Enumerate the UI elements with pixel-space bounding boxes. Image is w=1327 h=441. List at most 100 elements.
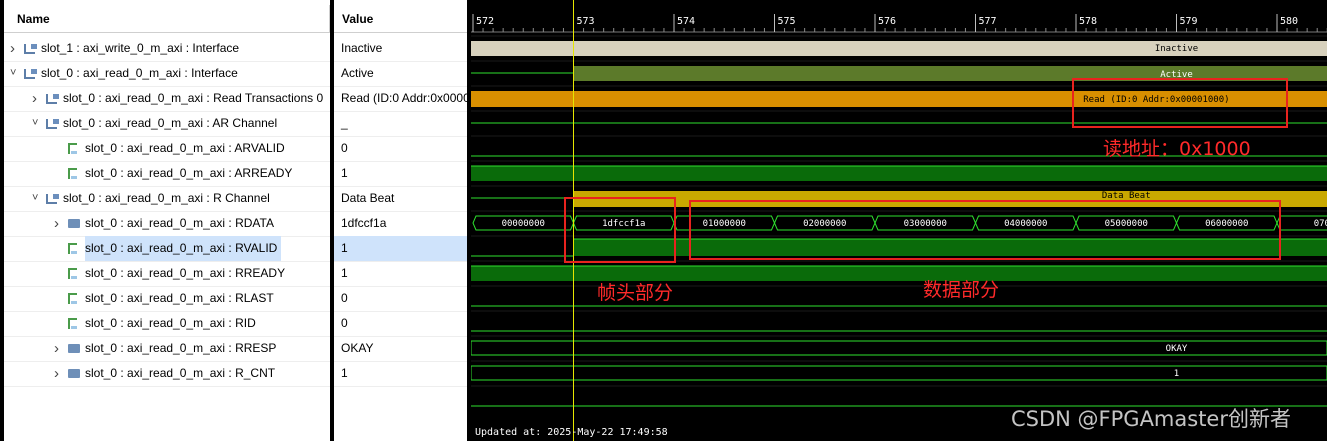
signal-name-label: slot_0 : axi_read_0_m_axi : AR Channel xyxy=(63,116,278,130)
signal-row[interactable]: › slot_0 : axi_read_0_m_axi : R_CNT 1 xyxy=(4,361,467,386)
header-annotation: 帧头部分 xyxy=(597,282,674,304)
signal-row[interactable]: slot_0 : axi_read_0_m_axi : ARVALID 0 xyxy=(4,136,467,161)
signal-name-cell[interactable]: slot_0 : axi_read_0_m_axi : ARREADY xyxy=(4,161,331,186)
signal-name-label: slot_0 : axi_read_0_m_axi : RRESP xyxy=(85,341,277,355)
rdata-value-label: 07000 xyxy=(1314,219,1327,229)
interface-inactive-bus xyxy=(471,41,1327,56)
signal-name-label: slot_0 : axi_read_0_m_axi : Interface xyxy=(41,66,238,80)
expand-chevron-icon[interactable]: › xyxy=(54,361,64,386)
collapse-chevron-icon[interactable]: ˅ xyxy=(10,61,20,86)
signal-icon xyxy=(68,243,77,254)
signal-name-cell[interactable]: slot_0 : axi_read_0_m_axi : ARVALID xyxy=(4,136,331,161)
signal-row[interactable]: ˅ slot_0 : axi_read_0_m_axi : AR Channel _ xyxy=(4,111,467,136)
rcnt-bus-label: 1 xyxy=(1174,369,1179,379)
signal-icon xyxy=(68,168,77,179)
rcnt-bus xyxy=(471,365,1327,381)
name-column-header[interactable]: Name xyxy=(4,5,330,33)
signal-name-cell[interactable]: › slot_0 : axi_read_0_m_axi : RRESP xyxy=(4,336,331,361)
signal-row[interactable]: › slot_0 : axi_read_0_m_axi : Read Transa… xyxy=(4,86,467,111)
collapse-chevron-icon[interactable]: ˅ xyxy=(32,186,42,211)
column-splitter[interactable] xyxy=(330,0,334,441)
expand-chevron-icon[interactable]: › xyxy=(54,336,64,361)
rresp-bus-label: OKAY xyxy=(1166,344,1188,354)
timeline-tick-label: 578 xyxy=(1079,16,1097,27)
timeline-tick-label: 577 xyxy=(979,16,997,27)
signal-value-cell: 1dfccf1a xyxy=(341,216,387,230)
expand-chevron-icon[interactable]: › xyxy=(10,36,20,61)
signal-value-cell: Active xyxy=(341,66,374,80)
address-highlight-box xyxy=(1072,78,1288,128)
watermark-text: CSDN @FPGAmaster创新者 xyxy=(1011,407,1291,431)
signal-name-label: slot_0 : axi_read_0_m_axi : ARREADY xyxy=(85,166,293,180)
bus-icon xyxy=(46,94,59,104)
signal-icon xyxy=(68,293,77,304)
signal-value-cell: 1 xyxy=(334,236,467,261)
updated-timestamp: Updated at: 2025-May-22 17:49:58 xyxy=(475,427,668,438)
expand-chevron-icon[interactable]: › xyxy=(32,86,42,111)
signal-value-cell: _ xyxy=(341,116,348,130)
signal-name-cell[interactable]: › slot_0 : axi_read_0_m_axi : Read Transa… xyxy=(4,86,331,111)
signal-name-cell[interactable]: slot_0 : axi_read_0_m_axi : RVALID xyxy=(4,236,331,261)
timeline-tick-label: 580 xyxy=(1280,16,1298,27)
signal-name-cell[interactable]: ˅ slot_0 : axi_read_0_m_axi : R Channel xyxy=(4,186,331,211)
signal-name-panel: Name Value › slot_1 : axi_write_0_m_axi :… xyxy=(0,0,467,441)
signal-row[interactable]: slot_0 : axi_read_0_m_axi : RID 0 xyxy=(4,311,467,336)
vector-icon xyxy=(68,344,80,353)
signal-row[interactable]: slot_0 : axi_read_0_m_axi : ARREADY 1 xyxy=(4,161,467,186)
bus-icon xyxy=(24,69,37,79)
signal-row[interactable]: slot_0 : axi_read_0_m_axi : RLAST 0 xyxy=(4,286,467,311)
signal-row[interactable]: ˅ slot_0 : axi_read_0_m_axi : Interface Ac… xyxy=(4,61,467,86)
signal-row[interactable]: slot_0 : axi_read_0_m_axi : RREADY 1 xyxy=(4,261,467,286)
signal-icon xyxy=(68,268,77,279)
signal-icon xyxy=(68,318,77,329)
signal-name-label: slot_1 : axi_write_0_m_axi : Interface xyxy=(41,41,240,55)
data-highlight-box xyxy=(689,200,1281,260)
signal-name-label: slot_0 : axi_read_0_m_axi : R_CNT xyxy=(85,366,276,380)
rresp-bus xyxy=(471,340,1327,356)
signal-row[interactable]: › slot_0 : axi_read_0_m_axi : RDATA 1dfccf… xyxy=(4,211,467,236)
signal-name-label: slot_0 : axi_read_0_m_axi : RREADY xyxy=(85,266,286,280)
signal-value-cell: Data Beat xyxy=(341,191,395,205)
signal-value-cell: Inactive xyxy=(341,41,383,55)
bus-icon xyxy=(24,44,37,54)
signal-name-label: slot_0 : axi_read_0_m_axi : RDATA xyxy=(85,216,274,230)
bus-icon xyxy=(46,194,59,204)
signal-row[interactable]: ˅ slot_0 : axi_read_0_m_axi : R Channel Da… xyxy=(4,186,467,211)
signal-value-cell: OKAY xyxy=(341,341,374,355)
signal-row[interactable]: › slot_0 : axi_read_0_m_axi : RRESP OKAY xyxy=(4,336,467,361)
vector-icon xyxy=(68,369,80,378)
signal-value-cell: 1 xyxy=(341,166,348,180)
signal-name-label: slot_0 : axi_read_0_m_axi : RVALID xyxy=(85,236,282,261)
left-border xyxy=(0,0,4,441)
timeline-tick-label: 576 xyxy=(878,16,896,27)
signal-row[interactable]: › slot_1 : axi_write_0_m_axi : Interface I… xyxy=(4,36,467,61)
collapse-chevron-icon[interactable]: ˅ xyxy=(32,111,42,136)
signal-row[interactable]: slot_0 : axi_read_0_m_axi : RVALID 1 xyxy=(4,236,467,261)
signal-name-cell[interactable]: slot_0 : axi_read_0_m_axi : RLAST xyxy=(4,286,331,311)
signal-name-cell[interactable]: › slot_0 : axi_read_0_m_axi : RDATA xyxy=(4,211,331,236)
signal-name-cell[interactable]: ˅ slot_0 : axi_read_0_m_axi : AR Channel xyxy=(4,111,331,136)
signal-value-cell: 0 xyxy=(341,291,348,305)
bus-icon xyxy=(46,119,59,129)
signal-name-cell[interactable]: › slot_1 : axi_write_0_m_axi : Interface xyxy=(4,36,331,61)
timeline-tick-label: 579 xyxy=(1180,16,1198,27)
value-column-header[interactable]: Value xyxy=(334,5,467,33)
signal-value-cell: 0 xyxy=(341,316,348,330)
signal-icon xyxy=(68,143,77,154)
signal-name-label: slot_0 : axi_read_0_m_axi : Read Transac… xyxy=(63,91,324,105)
expand-chevron-icon[interactable]: › xyxy=(54,211,64,236)
header-highlight-box xyxy=(564,197,676,263)
rdata-value-label: 00000000 xyxy=(502,219,545,229)
timeline-tick-label: 574 xyxy=(677,16,695,27)
interface-inactive-bus-label: Inactive xyxy=(1155,44,1198,54)
signal-name-cell[interactable]: › slot_0 : axi_read_0_m_axi : R_CNT xyxy=(4,361,331,386)
timeline-tick-label: 573 xyxy=(577,16,595,27)
signal-name-cell[interactable]: ˅ slot_0 : axi_read_0_m_axi : Interface xyxy=(4,61,331,86)
signal-value-cell: Read (ID:0 Addr:0x0000 xyxy=(341,91,467,105)
data-annotation: 数据部分 xyxy=(923,279,1000,301)
signal-name-label: slot_0 : axi_read_0_m_axi : RLAST xyxy=(85,291,274,305)
signal-value-cell: 0 xyxy=(341,141,348,155)
signal-name-cell[interactable]: slot_0 : axi_read_0_m_axi : RREADY xyxy=(4,261,331,286)
row-divider xyxy=(4,386,467,387)
signal-name-cell[interactable]: slot_0 : axi_read_0_m_axi : RID xyxy=(4,311,331,336)
